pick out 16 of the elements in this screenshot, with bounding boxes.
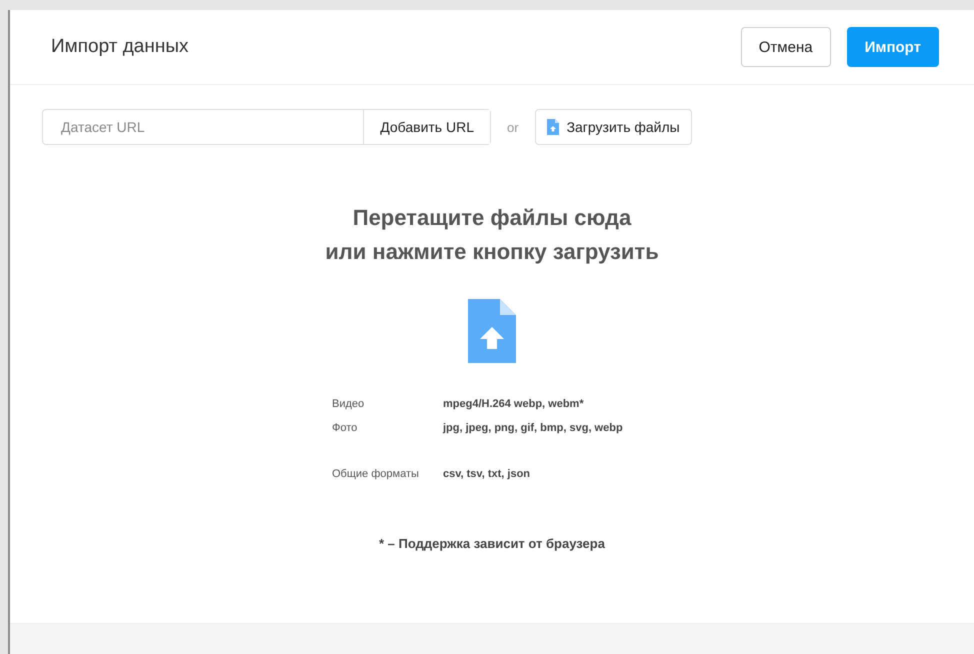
file-upload-icon <box>546 119 559 135</box>
browser-support-note: * – Поддержка зависит от браузера <box>379 536 605 551</box>
format-value: csv, tsv, txt, json <box>443 468 532 480</box>
format-label: Общие форматы <box>332 468 420 480</box>
format-label: Видео <box>332 398 366 410</box>
format-value: jpg, jpeg, png, gif, bmp, svg, webp <box>443 422 624 434</box>
upload-files-button[interactable]: Загрузить файлы <box>534 109 692 145</box>
drop-heading: Перетащите файлы сюда <box>352 204 632 232</box>
dialog-title: Импорт данных <box>51 36 190 58</box>
cancel-button[interactable]: Отмена <box>740 27 831 67</box>
url-input-field[interactable]: Датасет URL Добавить URL <box>42 109 491 145</box>
separator-label: or <box>507 120 519 134</box>
format-label: Фото <box>332 422 358 434</box>
drop-heading: или нажмите кнопку загрузить <box>325 238 659 266</box>
add-url-button[interactable]: Добавить URL <box>363 110 490 144</box>
format-value: mpeg4/H.264 webp, webm* <box>443 398 585 410</box>
